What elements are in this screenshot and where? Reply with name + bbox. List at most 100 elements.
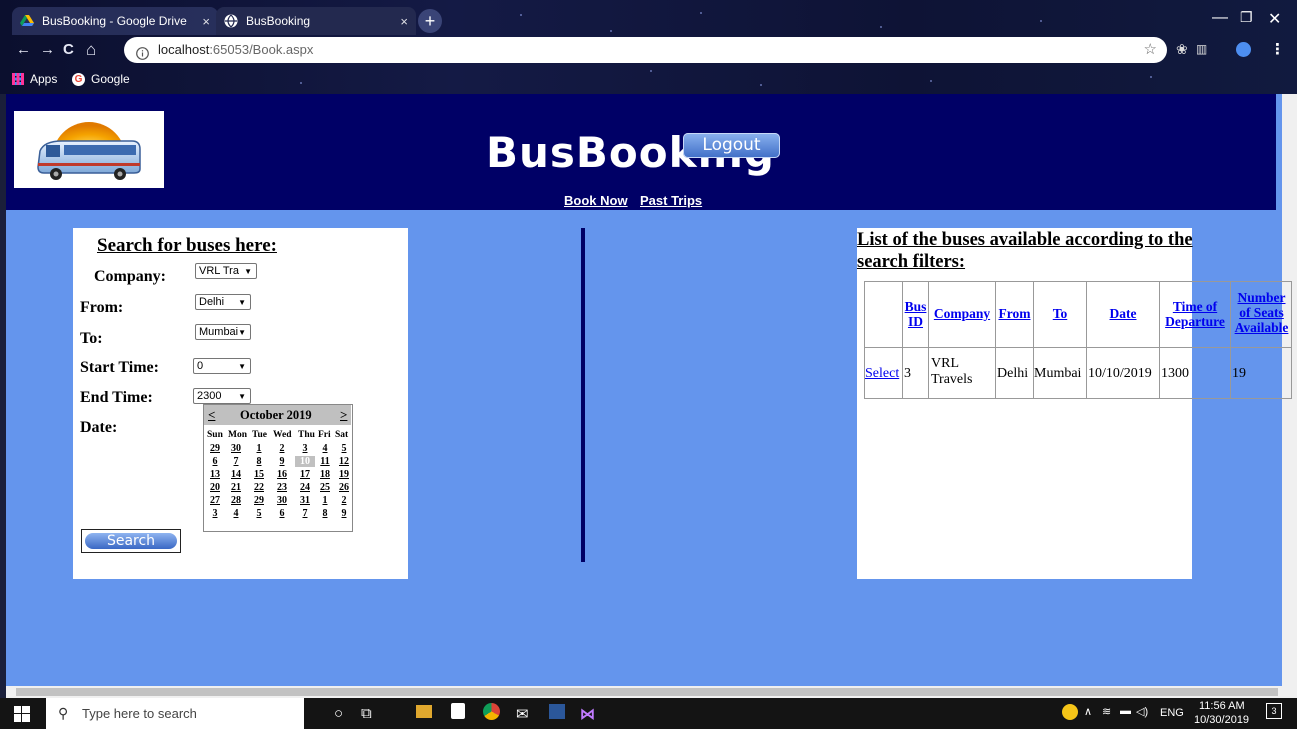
calendar-day[interactable]: 18	[315, 469, 335, 480]
nav-book-now-link[interactable]: Book Now	[564, 193, 628, 208]
new-tab-button[interactable]: +	[418, 9, 442, 33]
file-explorer-icon[interactable]	[416, 705, 432, 718]
calendar-day[interactable]: 5	[334, 443, 354, 454]
calendar-day[interactable]: 11	[315, 456, 335, 467]
calendar-day[interactable]: 20	[205, 482, 225, 493]
company-select[interactable]: VRL Tra ▼	[195, 263, 257, 279]
close-tab-icon[interactable]: ×	[202, 14, 210, 29]
info-icon[interactable]	[136, 43, 149, 69]
taskbar-search-box[interactable]: ⚲ Type here to search	[46, 698, 304, 729]
calendar-day[interactable]: 8	[315, 508, 335, 519]
close-tab-icon[interactable]: ×	[400, 14, 408, 29]
word-icon[interactable]	[549, 704, 565, 719]
logout-button[interactable]: Logout	[683, 133, 780, 158]
calendar-day[interactable]: 13	[205, 469, 225, 480]
calendar-day[interactable]: 1	[249, 443, 269, 454]
end-time-select[interactable]: 2300 ▼	[193, 388, 251, 404]
language-indicator[interactable]: ENG	[1160, 707, 1184, 719]
bookmark-google[interactable]: G Google	[72, 72, 130, 86]
calendar-day[interactable]: 17	[295, 469, 315, 480]
col-header-company[interactable]: Company	[929, 306, 995, 321]
col-header-from[interactable]: From	[996, 306, 1033, 321]
calendar-day[interactable]: 19	[334, 469, 354, 480]
calendar-day[interactable]: 24	[295, 482, 315, 493]
col-header-seats-available[interactable]: Number of Seats Available	[1231, 290, 1292, 335]
maximize-button[interactable]: ❐	[1240, 9, 1253, 26]
calendar-day[interactable]: 5	[249, 508, 269, 519]
home-button[interactable]: ⌂	[86, 40, 96, 60]
calendar-day[interactable]: 15	[249, 469, 269, 480]
menu-icon[interactable]: ⋮	[1270, 40, 1285, 58]
chrome-taskbar-icon[interactable]	[483, 703, 500, 720]
calendar-day[interactable]: 3	[205, 508, 225, 519]
star-icon[interactable]: ☆	[1144, 37, 1157, 63]
mail-icon[interactable]: ✉	[516, 705, 529, 723]
visual-studio-icon[interactable]: ⋈	[580, 705, 595, 723]
search-button[interactable]: Search	[81, 529, 181, 553]
col-header-date[interactable]: Date	[1087, 306, 1159, 321]
windows-start-icon[interactable]	[14, 706, 30, 727]
calendar-day[interactable]: 6	[272, 508, 292, 519]
battery-icon[interactable]: ▬	[1120, 705, 1131, 717]
calendar-day[interactable]: 30	[226, 443, 246, 454]
calendar-day[interactable]: 14	[226, 469, 246, 480]
calendar-day[interactable]: 27	[205, 495, 225, 506]
col-header-time-of-departure[interactable]: Time of Departure	[1160, 299, 1230, 329]
nav-past-trips-link[interactable]: Past Trips	[640, 193, 702, 208]
calendar-day[interactable]: 12	[334, 456, 354, 467]
to-select[interactable]: Mumbai ▼	[195, 324, 251, 340]
calendar-day[interactable]: 1	[315, 495, 335, 506]
calendar-day[interactable]: 30	[272, 495, 292, 506]
col-header-to[interactable]: To	[1034, 306, 1086, 321]
calendar-next-link[interactable]: >	[340, 407, 347, 423]
calendar-day[interactable]: 6	[205, 456, 225, 467]
calendar-day[interactable]: 3	[295, 443, 315, 454]
col-header-bus-id[interactable]: Bus ID	[903, 299, 928, 329]
volume-icon[interactable]: ◁)	[1136, 705, 1148, 718]
calendar-day[interactable]: 29	[205, 443, 225, 454]
forward-button[interactable]: →	[40, 41, 55, 58]
calendar-day[interactable]: 8	[249, 456, 269, 467]
start-time-select[interactable]: 0 ▼	[193, 358, 251, 374]
from-select[interactable]: Delhi ▼	[195, 294, 251, 310]
reload-button[interactable]: C	[63, 41, 74, 58]
bookmark-apps[interactable]: Apps	[12, 72, 57, 86]
help-icon[interactable]	[1062, 704, 1078, 720]
minimize-button[interactable]: —	[1212, 9, 1228, 27]
calendar-day[interactable]: 9	[272, 456, 292, 467]
clock-date[interactable]: 10/30/2019	[1194, 714, 1249, 726]
task-view-icon[interactable]: ⧉	[361, 705, 372, 722]
calendar-day[interactable]: 22	[249, 482, 269, 493]
calendar-day[interactable]: 23	[272, 482, 292, 493]
clock-time[interactable]: 11:56 AM	[1199, 700, 1245, 712]
calendar-day[interactable]: 2	[334, 495, 354, 506]
profile-avatar[interactable]	[1236, 42, 1251, 57]
address-bar[interactable]: localhost:65053/Book.aspx ☆	[124, 37, 1167, 63]
tab-busbooking[interactable]: BusBooking ×	[216, 7, 416, 35]
calendar-day[interactable]: 4	[226, 508, 246, 519]
cortana-icon[interactable]: ○	[334, 705, 343, 722]
tray-chevron-icon[interactable]: ∧	[1084, 705, 1092, 718]
calendar-day[interactable]: 9	[334, 508, 354, 519]
calendar-day[interactable]: 31	[295, 495, 315, 506]
calendar-day[interactable]: 7	[226, 456, 246, 467]
store-icon[interactable]	[451, 703, 465, 719]
calendar-prev-link[interactable]: <	[208, 407, 215, 423]
select-row-link[interactable]: Select	[865, 366, 899, 382]
calendar-day[interactable]: 4	[315, 443, 335, 454]
media-icon[interactable]: ▥	[1196, 42, 1207, 56]
calendar-day[interactable]: 29	[249, 495, 269, 506]
calendar-day[interactable]: 25	[315, 482, 335, 493]
network-icon[interactable]: ≋	[1102, 705, 1111, 718]
close-window-button[interactable]: ✕	[1268, 9, 1281, 29]
back-button[interactable]: ←	[16, 41, 31, 58]
calendar-day[interactable]: 28	[226, 495, 246, 506]
calendar-day[interactable]: 16	[272, 469, 292, 480]
extension-icon[interactable]: ❀	[1176, 42, 1188, 58]
calendar-day[interactable]: 21	[226, 482, 246, 493]
calendar-day-selected[interactable]: 10	[295, 456, 315, 467]
tab-google-drive[interactable]: BusBooking - Google Drive ×	[12, 7, 218, 35]
calendar-day[interactable]: 7	[295, 508, 315, 519]
notifications-icon[interactable]: 3	[1266, 703, 1282, 719]
calendar-day[interactable]: 26	[334, 482, 354, 493]
